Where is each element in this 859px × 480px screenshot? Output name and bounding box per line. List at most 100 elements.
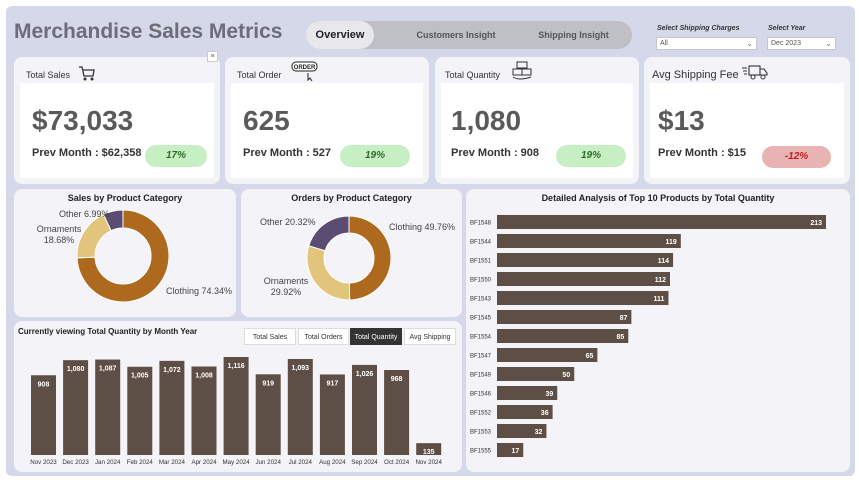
chart-title: Orders by Product Category — [291, 193, 412, 203]
product-label: BF1554 — [470, 335, 492, 341]
month-bar-value: 908 — [38, 381, 50, 388]
product-bar-value: 17 — [511, 448, 519, 455]
year-filter-label: Select Year — [768, 25, 806, 32]
month-bar-value: 1,008 — [195, 372, 213, 379]
product-bar — [497, 329, 629, 343]
shipping-filter-select[interactable]: All ⌄ — [656, 37, 757, 50]
month-bar-value: 1,026 — [356, 371, 374, 378]
metric-tab-total-quantity[interactable]: Total Quantity — [350, 328, 402, 345]
kpi-prev-month: Prev Month : 527 — [243, 147, 332, 159]
product-bar-value: 32 — [535, 429, 543, 436]
donut-label-ornaments: Ornaments 18.68% — [36, 224, 82, 245]
kpi-delta-badge: 19% — [340, 145, 410, 167]
product-bar-value: 119 — [666, 239, 677, 246]
product-bar — [497, 253, 674, 267]
nav-bar: Overview Customers Insight Shipping Insi… — [306, 21, 632, 49]
kpi-delta-badge: 17% — [145, 145, 207, 167]
kpi-label: Total Quantity — [445, 70, 501, 80]
sales-donut-chart — [77, 210, 169, 302]
month-axis-label: Feb 2024 — [127, 459, 154, 466]
product-bar-value: 213 — [810, 220, 822, 227]
month-bar-value: 1,005 — [131, 373, 149, 380]
month-bar-value: 1,116 — [228, 363, 245, 370]
kpi-prev-month: Prev Month : $15 — [658, 147, 747, 159]
tab-customers-insight[interactable]: Customers Insight — [406, 21, 506, 49]
month-bar — [191, 366, 217, 455]
month-axis-label: Mar 2024 — [159, 459, 186, 466]
sales-by-category-panel: Sales by Product Category Other 6.99% Or… — [14, 189, 236, 317]
month-bar-value: 1,087 — [99, 366, 117, 373]
product-bar-value: 87 — [620, 315, 628, 322]
kpi-card-total-sales: Total Sales $73,033 Prev Month : $62,358… — [14, 57, 220, 184]
product-label: BF1545 — [470, 316, 492, 322]
top-products-bar-chart: BF1548 213 BF1544 119 BF1551 114 BF1550 112 BF15… — [470, 215, 826, 457]
donut-label-ornaments: Ornaments 29.92% — [263, 276, 309, 297]
product-label: BF1543 — [470, 297, 492, 303]
month-bar — [159, 360, 185, 455]
product-bar — [497, 215, 826, 229]
donut-label-clothing: Clothing 74.34% — [166, 286, 233, 296]
product-bar — [497, 310, 632, 324]
kpi-delta-badge: 19% — [556, 145, 626, 167]
metric-tab-total-sales[interactable]: Total Sales — [244, 328, 296, 345]
year-filter-select[interactable]: Dec 2023 ⌄ — [767, 37, 836, 50]
chart-title: Sales by Product Category — [67, 193, 183, 203]
product-bar — [497, 443, 524, 457]
tab-overview[interactable]: Overview — [306, 21, 374, 49]
shipping-filter-value: All — [660, 40, 668, 47]
product-bar — [497, 234, 681, 248]
product-bar-value: 50 — [562, 372, 570, 379]
orders-donut-chart — [307, 216, 391, 300]
product-bar-value: 112 — [655, 277, 666, 284]
metric-tab-total-orders[interactable]: Total Orders — [298, 328, 349, 345]
kpi-card-total-order: Total Order ORDER 625 Prev Month : 527 1… — [225, 57, 429, 184]
kpi-value: 625 — [243, 105, 290, 136]
month-bar — [63, 360, 89, 455]
kpi-value: 1,080 — [451, 105, 522, 136]
product-label: BF1553 — [470, 430, 492, 436]
donut-slice-ornaments — [307, 245, 351, 300]
order-icon: ORDER — [291, 61, 318, 82]
month-bar-value: 1,080 — [67, 366, 85, 373]
month-bar-value: 1,093 — [292, 365, 310, 372]
product-bar — [497, 348, 598, 362]
product-bar-value: 36 — [541, 410, 549, 417]
product-bar — [497, 291, 669, 305]
product-label: BF1547 — [470, 354, 492, 360]
shipping-filter-label: Select Shipping Charges — [657, 25, 740, 32]
product-label: BF1549 — [470, 373, 492, 379]
kpi-value: $73,033 — [32, 105, 134, 136]
year-filter-value: Dec 2023 — [771, 40, 801, 47]
page-title: Merchandise Sales Metrics — [14, 20, 283, 43]
month-bar-value: 1,072 — [163, 367, 181, 374]
month-axis-label: Jun 2024 — [255, 459, 281, 466]
month-axis-label: Nov 2024 — [415, 459, 442, 466]
product-label: BF1546 — [470, 392, 492, 398]
kpi-value: $13 — [658, 105, 705, 136]
product-label: BF1550 — [470, 278, 492, 284]
month-axis-label: Jan 2024 — [95, 459, 121, 466]
product-bar-value: 114 — [658, 258, 669, 265]
month-bar — [352, 364, 377, 455]
tab-shipping-insight[interactable]: Shipping Insight — [526, 21, 621, 49]
kpi-prev-month: Prev Month : 908 — [451, 147, 540, 159]
kpi-card-avg-shipping-fee: Avg Shipping Fee $13 Prev Month : $15 -1… — [644, 57, 850, 184]
svg-text:ORDER: ORDER — [294, 65, 316, 71]
kpi-label: Total Sales — [26, 70, 71, 80]
product-label: BF1551 — [470, 259, 492, 265]
chevron-down-icon: ⌄ — [825, 39, 832, 48]
donut-label-other: Other 20.32% — [260, 217, 316, 227]
month-bar-value: 917 — [327, 380, 339, 387]
product-bar — [497, 272, 670, 286]
delivery-truck-icon — [742, 65, 768, 80]
top-products-panel: Detailed Analysis of Top 10 Products by … — [466, 189, 850, 472]
stacked-boxes-icon — [512, 61, 532, 80]
kpi-delta-badge: -12% — [762, 146, 831, 168]
metric-tab-avg-shipping[interactable]: Avg Shipping — [404, 328, 456, 345]
month-axis-label: Jul 2024 — [289, 459, 313, 466]
month-axis-label: Sep 2024 — [351, 459, 378, 466]
filter-icon[interactable]: ≡ — [207, 51, 218, 62]
month-axis-label: Oct 2024 — [384, 459, 410, 466]
shopping-cart-icon — [79, 66, 95, 81]
donut-slice-clothing — [348, 216, 391, 300]
